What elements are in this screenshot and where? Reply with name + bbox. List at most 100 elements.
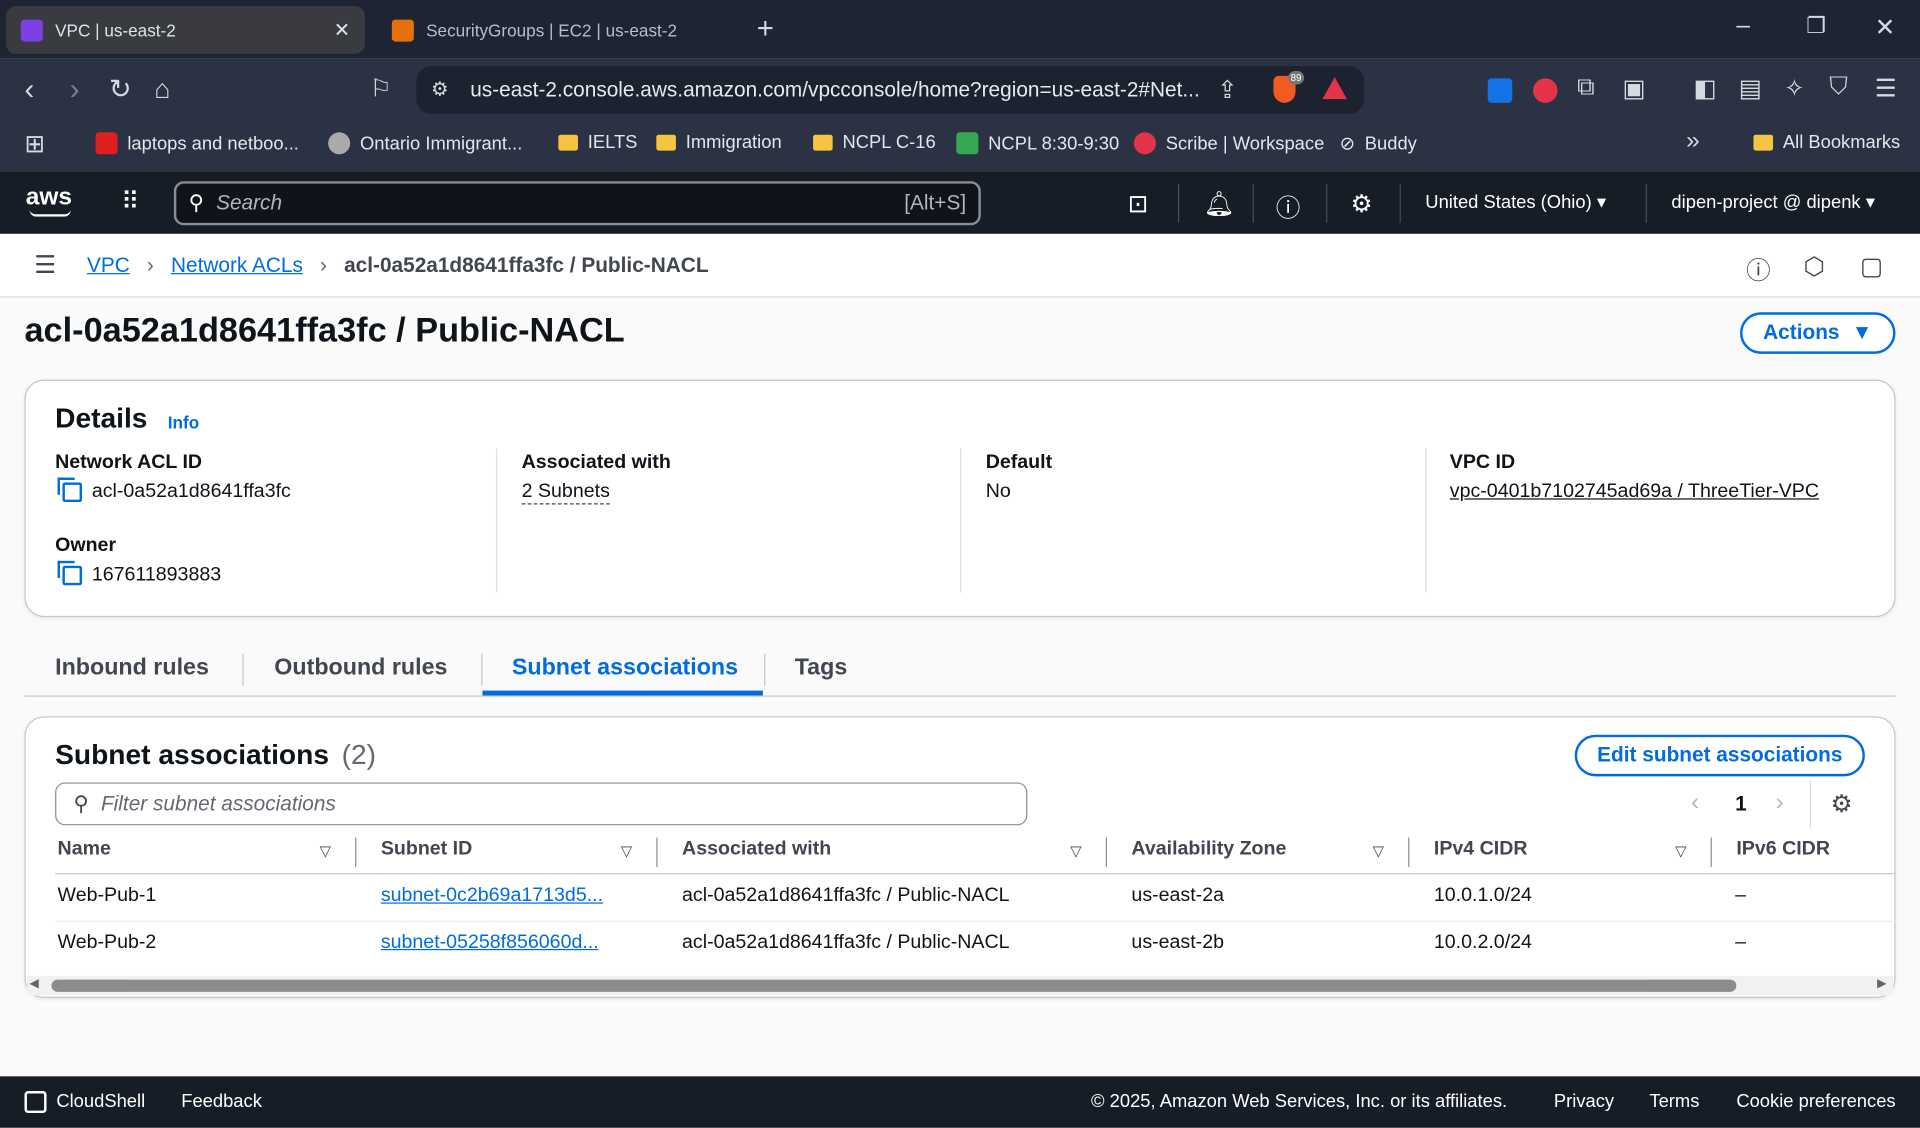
filter-input[interactable]: ⚲ Filter subnet associations <box>55 782 1028 826</box>
restore-icon[interactable]: ❐ <box>1806 13 1826 39</box>
apps-icon[interactable]: ⊞ <box>24 129 45 160</box>
associated-subnets-link[interactable]: 2 Subnets <box>521 481 610 505</box>
privacy-link[interactable]: Privacy <box>1554 1091 1614 1112</box>
help-icon[interactable]: ⓘ <box>1276 189 1300 225</box>
next-page-icon[interactable]: › <box>1776 789 1784 817</box>
new-tab-icon[interactable]: + <box>757 12 774 46</box>
forward-icon[interactable]: › <box>70 73 80 107</box>
browser-window: VPC | us-east-2 ✕ SecurityGroups | EC2 |… <box>0 0 1920 1128</box>
address-bar[interactable]: ⚙ us-east-2.console.aws.amazon.com/vpcco… <box>416 66 1365 114</box>
close-tab-icon[interactable]: ✕ <box>334 18 350 42</box>
cell-subnet-id-link[interactable]: subnet-0c2b69a1713d5... <box>381 885 603 907</box>
copy-icon[interactable] <box>57 477 83 502</box>
horizontal-scrollbar[interactable]: ◀ ▶ <box>26 975 1894 996</box>
extensions-icon[interactable]: ⧉ <box>1577 73 1594 101</box>
services-grid-icon[interactable]: ⠿ <box>121 186 139 217</box>
brave-rewards-icon[interactable] <box>1322 77 1347 100</box>
cloudshell-icon[interactable] <box>24 1091 47 1114</box>
prev-page-icon[interactable]: ‹ <box>1691 789 1699 817</box>
tab-inbound-rules[interactable]: Inbound rules <box>55 655 209 682</box>
sort-icon[interactable]: ▽ <box>621 842 632 859</box>
aws-search-input[interactable]: ⚲ Search [Alt+S] <box>173 181 981 226</box>
share-icon[interactable]: ⇪ <box>1217 75 1238 106</box>
back-icon[interactable]: ‹ <box>24 73 34 107</box>
leo-ai-icon[interactable]: ✧ <box>1784 73 1805 104</box>
bookmark-item[interactable]: laptops and netboo... <box>95 132 299 155</box>
more-bookmarks-icon[interactable]: » <box>1686 127 1700 155</box>
filter-placeholder: Filter subnet associations <box>100 791 336 815</box>
column-header-ipv6-cidr[interactable]: IPv6 CIDR <box>1736 839 1830 861</box>
column-header-ipv4-cidr[interactable]: IPv4 CIDR <box>1434 839 1528 861</box>
aws-logo[interactable]: aws <box>26 184 72 212</box>
cell-subnet-id-link[interactable]: subnet-05258f856060d... <box>381 932 599 954</box>
breadcrumb-vpc[interactable]: VPC <box>87 253 130 277</box>
region-selector[interactable]: United States (Ohio) ▾ <box>1425 191 1606 213</box>
vpc-id-link[interactable]: vpc-0401b7102745ad69a / ThreeTier-VPC <box>1450 481 1819 503</box>
acl-id-text: acl-0a52a1d8641ffa3fc <box>91 481 291 503</box>
bookmark-item[interactable]: NCPL C-16 <box>813 132 936 153</box>
settings-icon[interactable]: ⚙ <box>1351 189 1373 220</box>
notifications-icon[interactable]: 🔔︎ <box>1204 189 1235 220</box>
scroll-right-icon[interactable]: ▶ <box>1877 977 1886 990</box>
bookmark-label: Ontario Immigrant... <box>360 132 523 154</box>
tab-outbound-rules[interactable]: Outbound rules <box>274 655 447 682</box>
bookmark-item[interactable]: Immigration <box>656 132 782 153</box>
bookmark-icon[interactable]: ⚐ <box>370 73 392 104</box>
tab-tags[interactable]: Tags <box>795 655 848 682</box>
actions-button[interactable]: Actions ▼ <box>1740 312 1896 354</box>
scrollbar-thumb[interactable] <box>51 979 1737 992</box>
sort-icon[interactable]: ▽ <box>1373 842 1384 859</box>
site-settings-icon[interactable]: ⚙ <box>431 77 449 101</box>
security-icon[interactable]: ⬡ <box>1804 251 1825 282</box>
cookie-preferences-link[interactable]: Cookie preferences <box>1736 1091 1895 1112</box>
extension-icon[interactable] <box>1487 78 1513 103</box>
cloudshell-icon[interactable]: ⊡ <box>1128 189 1149 220</box>
tab-vpc[interactable]: VPC | us-east-2 ✕ <box>6 6 365 54</box>
bookmark-label: NCPL C-16 <box>842 132 936 154</box>
edit-subnet-associations-button[interactable]: Edit subnet associations <box>1574 734 1865 777</box>
sort-icon[interactable]: ▽ <box>1070 842 1081 859</box>
bookmark-item[interactable]: Scribe | Workspace <box>1133 132 1324 155</box>
bookmark-item[interactable]: IELTS <box>558 132 637 153</box>
column-header-associated-with[interactable]: Associated with <box>682 839 831 861</box>
hamburger-menu-icon[interactable]: ☰ <box>34 250 56 281</box>
column-header-availability-zone[interactable]: Availability Zone <box>1131 839 1286 861</box>
info-link[interactable]: Info <box>168 413 199 433</box>
tab-securitygroups[interactable]: SecurityGroups | EC2 | us-east-2 <box>377 6 732 54</box>
sort-icon[interactable]: ▽ <box>320 842 331 859</box>
page-number[interactable]: 1 <box>1735 792 1747 816</box>
breadcrumb: VPC › Network ACLs › acl-0a52a1d8641ffa3… <box>87 253 709 277</box>
vpc-favicon-icon <box>20 18 43 42</box>
column-header-subnet-id[interactable]: Subnet ID <box>381 839 472 861</box>
all-bookmarks[interactable]: All Bookmarks <box>1753 132 1900 153</box>
home-icon[interactable]: ⌂ <box>154 73 170 105</box>
scroll-left-icon[interactable]: ◀ <box>29 977 38 990</box>
bookmark-item[interactable]: Ontario Immigrant... <box>328 132 523 155</box>
cloudshell-link[interactable]: CloudShell <box>56 1091 145 1112</box>
network-acl-id-value: acl-0a52a1d8641ffa3fc <box>57 477 291 503</box>
scribe-extension-icon[interactable] <box>1533 78 1558 103</box>
column-header-name[interactable]: Name <box>58 839 111 861</box>
breadcrumb-network-acls[interactable]: Network ACLs <box>171 253 303 277</box>
copy-icon[interactable] <box>57 560 83 586</box>
vpn-icon[interactable]: ⛉ <box>1829 73 1847 101</box>
bookmark-item[interactable]: NCPL 8:30-9:30 <box>956 132 1119 155</box>
feedback-link[interactable]: Feedback <box>181 1091 262 1112</box>
close-window-icon[interactable]: ✕ <box>1875 12 1896 43</box>
screenshot-icon[interactable]: ▣ <box>1622 73 1645 104</box>
cell-ipv4-cidr: 10.0.2.0/24 <box>1433 931 1532 953</box>
tab-subnet-associations[interactable]: Subnet associations <box>512 655 738 682</box>
terms-link[interactable]: Terms <box>1649 1091 1699 1112</box>
wallet-icon[interactable]: ▤ <box>1739 73 1762 104</box>
feedback-panel-icon[interactable]: ▢ <box>1860 251 1883 282</box>
bookmark-label: IELTS <box>587 132 638 154</box>
reload-icon[interactable]: ↻ <box>109 73 132 105</box>
minimize-icon[interactable]: – <box>1736 12 1750 40</box>
account-menu[interactable]: dipen-project @ dipenk ▾ <box>1671 191 1874 213</box>
sort-icon[interactable]: ▽ <box>1675 842 1686 859</box>
info-icon[interactable]: ⓘ <box>1746 251 1770 287</box>
menu-icon[interactable]: ☰ <box>1875 73 1897 104</box>
table-settings-icon[interactable]: ⚙ <box>1831 789 1853 820</box>
bookmark-item[interactable]: ⊘ Buddy <box>1340 132 1417 154</box>
sidebar-icon[interactable]: ◧ <box>1693 73 1716 104</box>
